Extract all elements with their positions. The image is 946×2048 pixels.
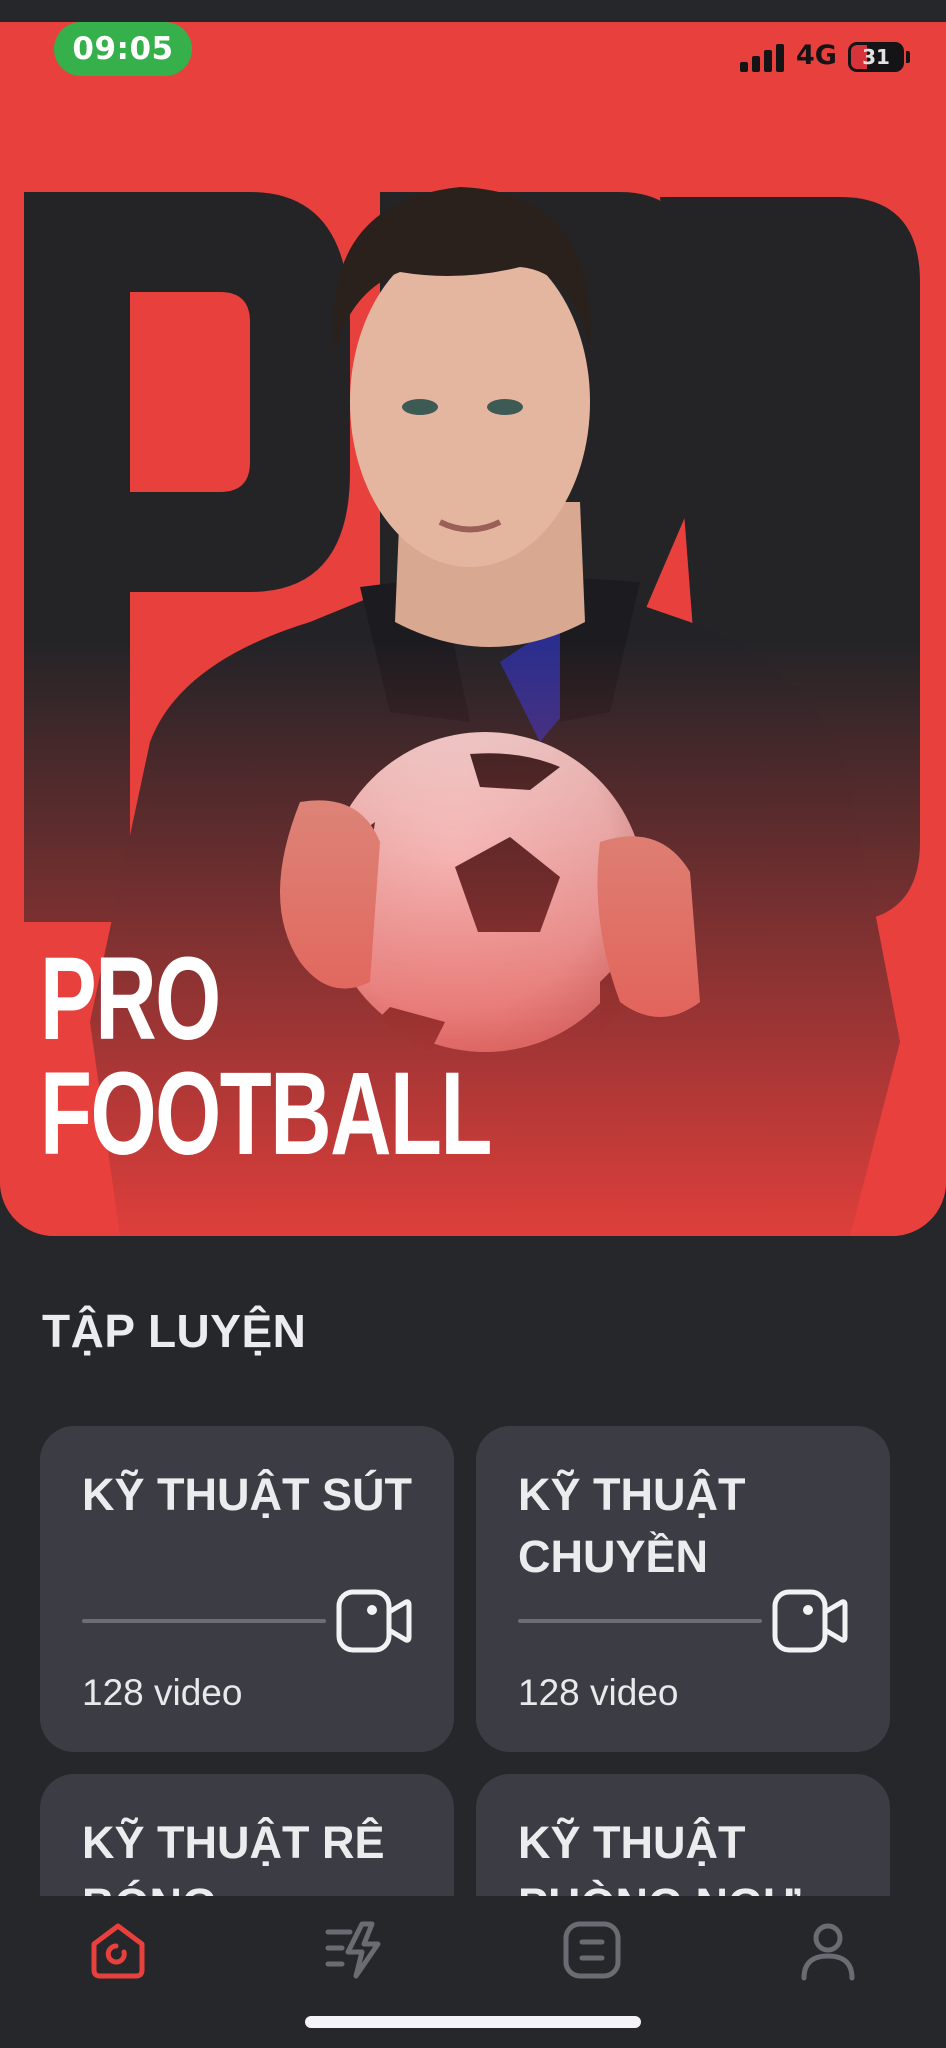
- home-indicator: [305, 2016, 641, 2028]
- section-title: TẬP LUYỆN: [42, 1305, 307, 1357]
- training-card-shooting[interactable]: KỸ THUẬT SÚT 128 video: [40, 1426, 454, 1752]
- card-video-count: 128 video: [518, 1672, 679, 1713]
- network-type: 4G: [796, 40, 837, 71]
- card-divider: [518, 1619, 762, 1623]
- status-time: 09:05: [54, 22, 192, 76]
- card-title: KỸ THUẬT SÚT: [82, 1469, 412, 1520]
- training-bolt-icon[interactable]: [322, 1918, 386, 1982]
- hero-title-line2: FOOTBALL: [40, 1048, 492, 1180]
- profile-icon[interactable]: [796, 1918, 860, 1982]
- battery-icon: 31: [848, 42, 904, 72]
- training-card-passing[interactable]: KỸ THUẬT CHUYỀN 128 video: [476, 1426, 890, 1752]
- battery-tip: [906, 51, 910, 63]
- hero-title: PRO FOOTBALL: [40, 933, 492, 1180]
- video-camera-icon: [772, 1589, 848, 1653]
- training-card-defending[interactable]: KỸ THUẬT PHÒNG NGỰ: [476, 1774, 890, 1896]
- hero-title-line1: PRO: [40, 933, 221, 1065]
- card-video-count: 128 video: [82, 1672, 243, 1713]
- signal-icon: [740, 42, 786, 72]
- status-bar: 09:05 4G 31: [0, 0, 946, 100]
- hero-banner[interactable]: PRO FOOTBALL: [0, 22, 946, 1236]
- home-icon[interactable]: [86, 1918, 150, 1982]
- training-card-dribbling[interactable]: KỸ THUẬT RÊ BÓNG: [40, 1774, 454, 1896]
- training-card-grid: KỸ THUẬT SÚT 128 video KỸ THUẬT CHUYỀN 1…: [40, 1426, 892, 1896]
- battery-level: 31: [862, 45, 890, 69]
- card-title: KỸ THUẬT PHÒNG NGỰ: [518, 1817, 800, 1896]
- card-divider: [82, 1619, 326, 1623]
- card-title: KỸ THUẬT RÊ BÓNG: [82, 1817, 385, 1896]
- video-camera-icon: [336, 1589, 412, 1653]
- list-icon[interactable]: [560, 1918, 624, 1982]
- card-title: KỸ THUẬT CHUYỀN: [518, 1469, 746, 1582]
